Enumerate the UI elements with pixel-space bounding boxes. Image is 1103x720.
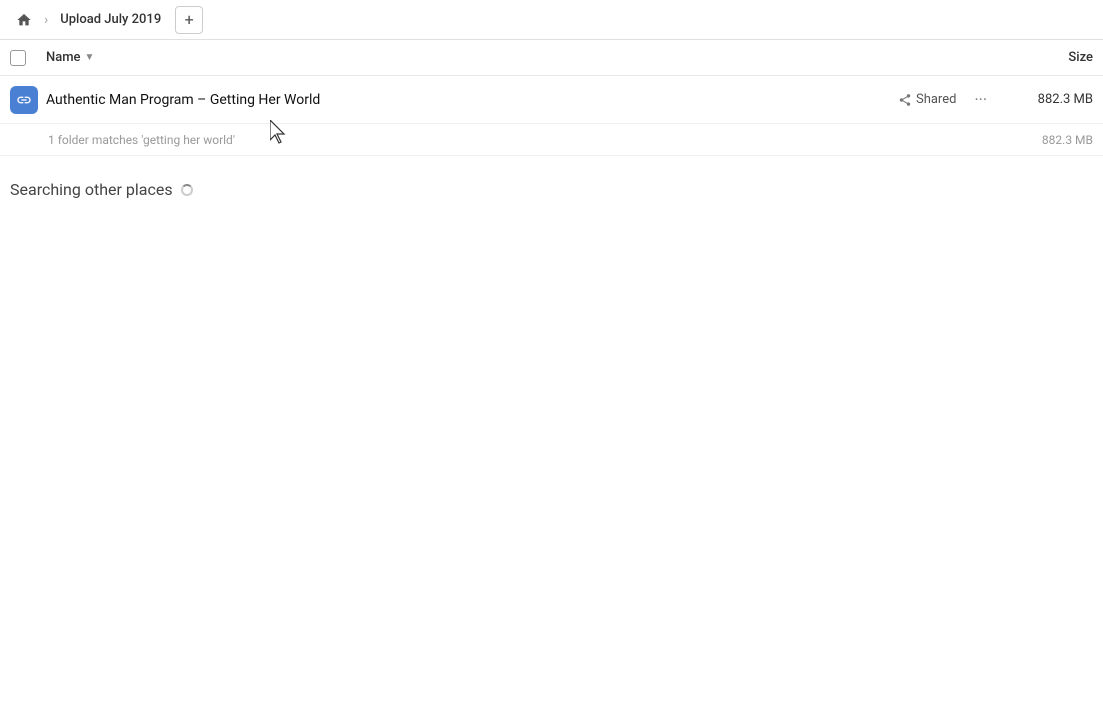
column-headers: Name ▼ Size [0, 40, 1103, 76]
file-actions-area: Shared ··· [898, 88, 993, 111]
shared-button[interactable]: Shared [898, 92, 956, 107]
select-all-checkbox[interactable] [10, 50, 26, 66]
name-column-header[interactable]: Name ▼ [46, 50, 993, 65]
match-info-text: 1 folder matches 'getting her world' [48, 133, 993, 147]
breadcrumb-separator: › [44, 12, 48, 28]
searching-other-places-section: Searching other places [0, 156, 1103, 199]
more-options-button[interactable]: ··· [968, 88, 993, 111]
file-icon-area [10, 86, 46, 114]
shared-label: Shared [916, 92, 956, 107]
breadcrumb-current[interactable]: Upload July 2019 [54, 10, 167, 29]
match-info-row: 1 folder matches 'getting her world' 882… [0, 124, 1103, 156]
add-button[interactable]: + [175, 6, 203, 34]
select-all-checkbox-area[interactable] [10, 50, 46, 66]
match-info-size: 882.3 MB [993, 133, 1093, 147]
file-size-label: 882.3 MB [993, 92, 1093, 107]
loading-spinner [181, 184, 193, 196]
folder-link-icon [10, 86, 38, 114]
size-column-header: Size [993, 50, 1093, 65]
breadcrumb-bar: › Upload July 2019 + [0, 0, 1103, 40]
file-name-label: Authentic Man Program – Getting Her Worl… [46, 92, 898, 108]
home-button[interactable] [10, 6, 38, 34]
file-row[interactable]: Authentic Man Program – Getting Her Worl… [0, 76, 1103, 124]
searching-label: Searching other places [10, 180, 173, 199]
sort-chevron-icon: ▼ [85, 52, 95, 63]
